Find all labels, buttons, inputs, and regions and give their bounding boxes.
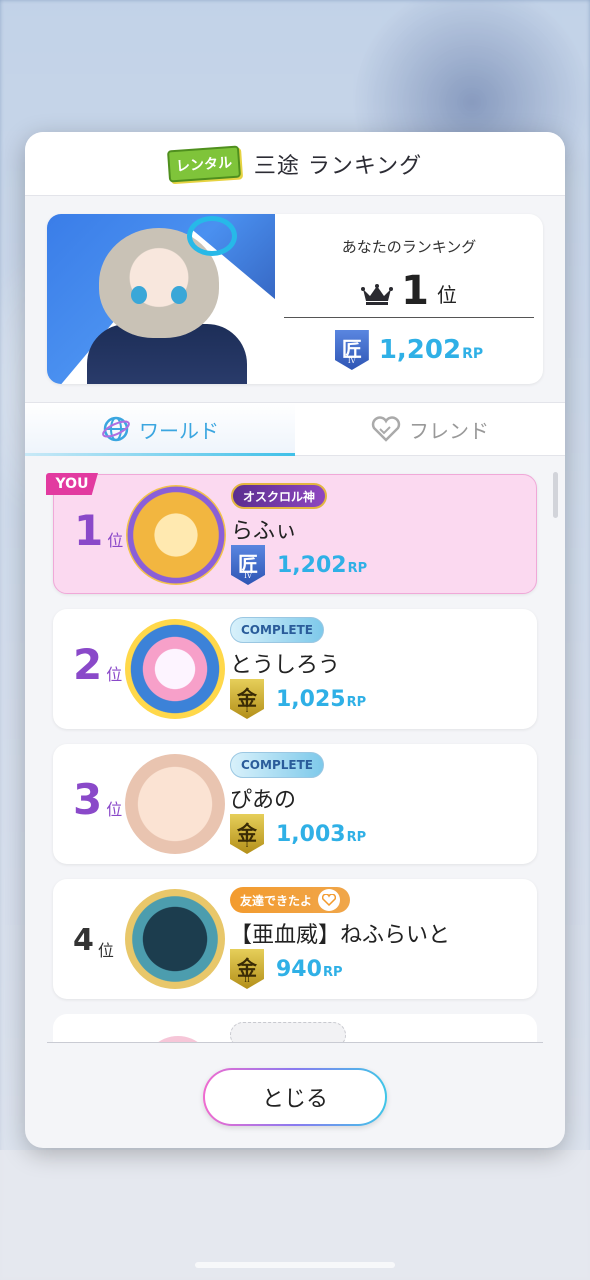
- tab-friend-label: フレンド: [409, 418, 489, 443]
- modal-header: レンタル 三途 ランキング: [25, 132, 565, 196]
- my-character-image: [47, 214, 275, 384]
- rp-unit: RP: [346, 829, 367, 845]
- my-ranking-card: あなたのランキング 1 位 匠 IV 1,202RP: [47, 214, 543, 384]
- title-chip: [230, 1022, 346, 1042]
- scrollbar[interactable]: [553, 472, 558, 518]
- rental-badge: レンタル: [166, 145, 241, 182]
- rank-number: 1: [74, 506, 104, 555]
- rank-cell: 3 位: [73, 778, 133, 822]
- my-rp-value: 1,202: [378, 335, 462, 365]
- rank-number: 3: [73, 775, 103, 824]
- handshake-icon: [318, 889, 341, 911]
- divider: [284, 317, 534, 318]
- tab-friend[interactable]: フレンド: [295, 403, 565, 455]
- tab-world-label: ワールド: [139, 418, 219, 443]
- my-rank-unit: 位: [436, 283, 457, 307]
- player-rp: 匠 IV 1,202RP: [231, 545, 367, 585]
- player-rp: 金 I 1,025RP: [230, 679, 366, 719]
- rp-unit: RP: [347, 560, 368, 576]
- rp-value: 1,202: [277, 552, 347, 578]
- bottom-nav-background: [0, 1150, 590, 1280]
- ranking-row-4[interactable]: 4 位 友達できたよ 【亜血威】ねふらいと 金 II 940RP: [53, 879, 537, 999]
- my-rank-number: 1: [401, 268, 429, 314]
- rank-cell: 1 位: [74, 509, 134, 553]
- player-icon[interactable]: [126, 485, 226, 585]
- my-rank: 1 位: [275, 267, 543, 311]
- ranking-row-5[interactable]: [53, 1014, 537, 1042]
- player-icon[interactable]: [125, 889, 225, 989]
- rank-class-badge-icon: 匠 IV: [231, 545, 265, 585]
- rp-unit: RP: [462, 346, 484, 362]
- modal-title: 三途 ランキング: [253, 153, 423, 179]
- rank-cell: 4 位: [73, 919, 133, 963]
- my-ranking-label: あなたのランキング: [341, 238, 477, 256]
- ranking-row-2[interactable]: 2 位 COMPLETE とうしろう 金 I 1,025RP: [53, 609, 537, 729]
- home-indicator: [195, 1262, 395, 1268]
- rp-value: 940: [276, 956, 322, 982]
- ranking-list[interactable]: YOU 1 位 オスクロル神 らふぃ 匠 IV 1,202RP 2 位 COMP…: [25, 456, 565, 1042]
- title-chip: オスクロル神: [231, 483, 328, 509]
- ranking-modal: レンタル 三途 ランキング あなたのランキング 1 位 匠 IV 1,202RP…: [25, 132, 565, 1148]
- title-chip: COMPLETE: [230, 752, 324, 778]
- my-ranking-info: あなたのランキング 1 位 匠 IV 1,202RP: [275, 214, 543, 384]
- player-name: 【亜血威】ねふらいと: [230, 923, 451, 948]
- player-name: らふぃ: [231, 519, 298, 544]
- rank-class-badge-icon: 金 I: [230, 814, 264, 854]
- ranking-tabs: ワールド フレンド: [25, 402, 565, 456]
- player-rp: 金 I 1,003RP: [230, 814, 366, 854]
- rank-number: 4: [73, 923, 94, 958]
- handshake-heart-icon: [371, 416, 401, 442]
- rp-unit: RP: [346, 694, 367, 710]
- close-button[interactable]: とじる: [203, 1068, 387, 1126]
- globe-icon: [102, 416, 130, 442]
- rank-unit: 位: [106, 665, 123, 684]
- my-rp: 匠 IV 1,202RP: [275, 330, 543, 370]
- crown-icon: [361, 284, 394, 305]
- rank-unit: 位: [106, 800, 123, 819]
- player-rp: 金 II 940RP: [230, 949, 342, 989]
- rank-number: 2: [73, 640, 103, 689]
- you-tag: YOU: [46, 473, 98, 495]
- rp-value: 1,025: [276, 686, 346, 712]
- divider: [47, 1042, 543, 1043]
- title-chip: 友達できたよ: [230, 887, 351, 913]
- player-name: ぴあの: [230, 788, 297, 813]
- title-chip: COMPLETE: [230, 617, 324, 643]
- ranking-row-1[interactable]: YOU 1 位 オスクロル神 らふぃ 匠 IV 1,202RP: [46, 473, 537, 594]
- rank-unit: 位: [107, 531, 124, 550]
- player-icon[interactable]: [125, 619, 225, 719]
- tab-world[interactable]: ワールド: [25, 403, 295, 456]
- ranking-row-3[interactable]: 3 位 COMPLETE ぴあの 金 I 1,003RP: [53, 744, 537, 864]
- rank-class-badge-icon: 金 II: [230, 949, 264, 989]
- player-icon[interactable]: [125, 754, 225, 854]
- player-name: とうしろう: [230, 653, 341, 678]
- rank-class-badge-icon: 匠 IV: [334, 330, 369, 370]
- rank-class-badge-icon: 金 I: [230, 679, 264, 719]
- rank-cell: 2 位: [73, 643, 133, 687]
- rp-unit: RP: [322, 964, 343, 980]
- rank-unit: 位: [97, 941, 114, 960]
- rp-value: 1,003: [276, 821, 346, 847]
